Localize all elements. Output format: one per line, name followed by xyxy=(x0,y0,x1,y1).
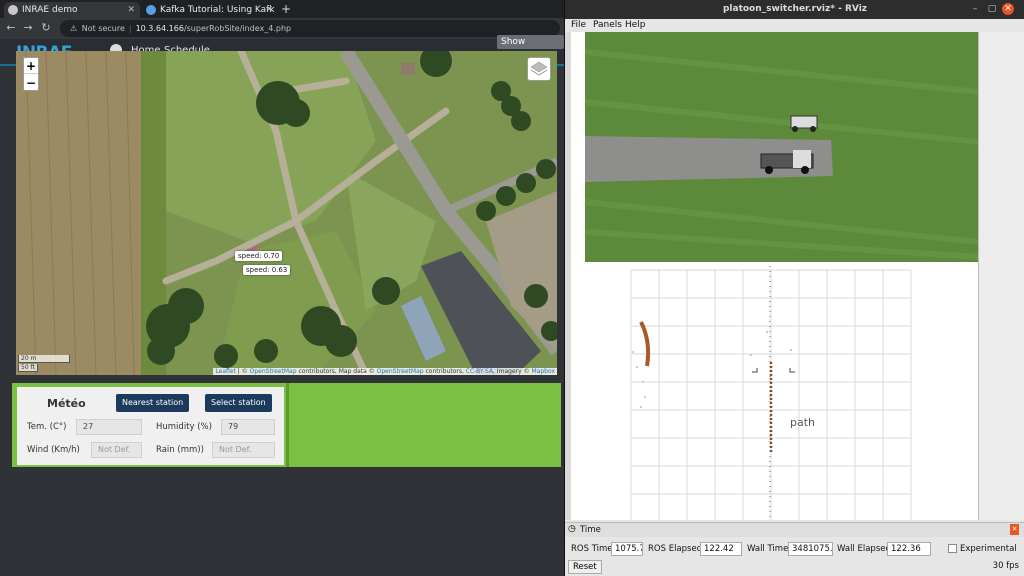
right-panel-area xyxy=(978,32,1024,520)
rviz-3d-view[interactable]: path xyxy=(571,32,978,520)
url-path: /superRobSite/index_4.php xyxy=(183,24,292,33)
window-title: platoon_switcher.rviz* - RViz xyxy=(722,4,868,14)
experimental-label: Experimental xyxy=(960,544,1017,554)
url-input[interactable]: ⚠ Not secure | 10.3.64.166/superRobSite/in… xyxy=(60,20,560,37)
url-host: 10.3.64.166 xyxy=(135,24,184,33)
select-station-button[interactable]: Select station xyxy=(205,394,272,412)
rviz-menubar: File Panels Help xyxy=(565,19,1024,32)
ros-time-label: ROS Time: xyxy=(571,544,616,554)
attribution-text: , Imagery © xyxy=(493,368,532,375)
time-panel-header: ◷ Time ✕ xyxy=(565,523,1024,537)
tab-title: INRAE demo xyxy=(22,5,78,15)
leaflet-link[interactable]: Leaflet xyxy=(215,368,235,375)
wall-elapsed-label: Wall Elapsed: xyxy=(837,544,894,554)
maximize-icon[interactable]: ▢ xyxy=(986,3,998,15)
close-icon[interactable]: ✕ xyxy=(127,2,135,18)
ros-elapsed-field: 122.42 xyxy=(700,542,742,556)
scale-bar-metric: 20 m xyxy=(18,355,70,363)
tab-title: Kafka Tutorial: Using Kafk xyxy=(160,5,275,15)
minimize-icon[interactable]: – xyxy=(969,3,981,15)
humidity-field: 79 xyxy=(221,419,275,435)
url-separator: | xyxy=(128,24,132,33)
wind-label: Wind (Km/h) xyxy=(27,445,80,455)
scale-bar-imperial: 50 ft xyxy=(18,364,38,372)
security-label: Not secure xyxy=(81,24,125,33)
globe-icon xyxy=(8,5,18,15)
menu-help[interactable]: Help xyxy=(625,20,646,30)
render-scene xyxy=(584,32,978,520)
rain-field: Not Def. xyxy=(212,442,275,458)
kafka-favicon-icon xyxy=(146,5,156,15)
tab-strip: INRAE demo ✕ Kafka Tutorial: Using Kafk … xyxy=(0,0,564,18)
speed-tooltip: speed: 0.63 xyxy=(243,265,291,275)
menu-file[interactable]: File xyxy=(571,20,586,30)
close-panel-icon[interactable]: ✕ xyxy=(1010,524,1019,535)
tab-kafka-tutorial[interactable]: Kafka Tutorial: Using Kafk ✕ xyxy=(142,2,278,18)
experimental-checkbox[interactable] xyxy=(948,544,957,553)
warning-icon: ⚠ xyxy=(70,24,78,33)
temperature-label: Tem. (C°) xyxy=(27,422,67,432)
wall-time-field: 3481075.76 xyxy=(788,542,833,556)
osm-link[interactable]: OpenStreetMap xyxy=(250,368,297,375)
mapbox-link[interactable]: Mapbox xyxy=(531,368,555,375)
close-window-icon[interactable]: ✕ xyxy=(1002,3,1014,15)
speed-tooltip: speed: 0.70 xyxy=(235,251,283,261)
forward-arrow-icon[interactable]: → xyxy=(21,20,35,36)
wall-elapsed-field: 122.36 xyxy=(887,542,931,556)
map-imagery xyxy=(16,51,557,375)
fps-readout: 30 fps xyxy=(992,561,1019,571)
meteo-panel: Météo Nearest station Select station Tem… xyxy=(12,383,561,467)
zoom-in-button[interactable]: + xyxy=(24,58,38,74)
clock-icon: ◷ xyxy=(568,524,576,534)
ros-time-field: 1075.73 xyxy=(611,542,643,556)
humidity-label: Humidity (%) xyxy=(156,422,212,432)
address-bar: ← → ↻ ⚠ Not secure | 10.3.64.166/superRobS… xyxy=(0,18,564,39)
layers-icon xyxy=(530,61,548,76)
close-icon[interactable]: ✕ xyxy=(265,2,273,18)
map-attribution: Leaflet | © OpenStreetMap contributors, … xyxy=(213,368,557,375)
layers-control[interactable] xyxy=(527,57,551,81)
menu-panels[interactable]: Panels xyxy=(593,20,622,30)
reset-button[interactable]: Reset xyxy=(568,560,602,574)
meteo-card: Météo Nearest station Select station Tem… xyxy=(17,387,284,465)
path-label: path xyxy=(790,416,816,429)
osm-link[interactable]: OpenStreetMap xyxy=(377,368,424,375)
tab-inrae-demo[interactable]: INRAE demo ✕ xyxy=(4,2,140,18)
zoom-control: + − xyxy=(23,57,39,91)
path-trail xyxy=(639,321,651,367)
nearest-station-button[interactable]: Nearest station xyxy=(116,394,190,412)
rain-label: Rain (mm)) xyxy=(156,445,204,455)
time-panel: ◷ Time ✕ ROS Time: 1075.73 ROS Elapsed: … xyxy=(565,522,1024,576)
show-camera-button[interactable]: Show Camera xyxy=(497,35,564,61)
new-tab-icon[interactable]: + xyxy=(281,2,291,16)
license-link[interactable]: CC-BY-SA xyxy=(466,368,493,375)
zoom-out-button[interactable]: − xyxy=(24,75,38,91)
attribution-text: contributors, Map data © xyxy=(296,368,377,375)
wind-field: Not Def. xyxy=(91,442,142,458)
panel-divider xyxy=(286,383,289,467)
rviz-window: platoon_switcher.rviz* - RViz – ▢ ✕ File… xyxy=(564,0,1024,576)
rviz-title-bar: platoon_switcher.rviz* - RViz xyxy=(565,0,1024,19)
ros-elapsed-label: ROS Elapsed: xyxy=(648,544,705,554)
meteo-title: Météo xyxy=(47,397,86,410)
temperature-field: 27 xyxy=(76,419,142,435)
satellite-map[interactable]: + − speed: 0.70 speed: 0.63 20 m 50 ft L… xyxy=(16,51,557,375)
back-arrow-icon[interactable]: ← xyxy=(4,20,18,36)
reload-icon[interactable]: ↻ xyxy=(39,20,53,36)
wall-time-label: Wall Time: xyxy=(747,544,792,554)
browser-window: INRAE demo ✕ Kafka Tutorial: Using Kafk … xyxy=(0,0,564,576)
time-header-label: Time xyxy=(580,525,601,535)
attribution-text: contributors, xyxy=(423,368,466,375)
